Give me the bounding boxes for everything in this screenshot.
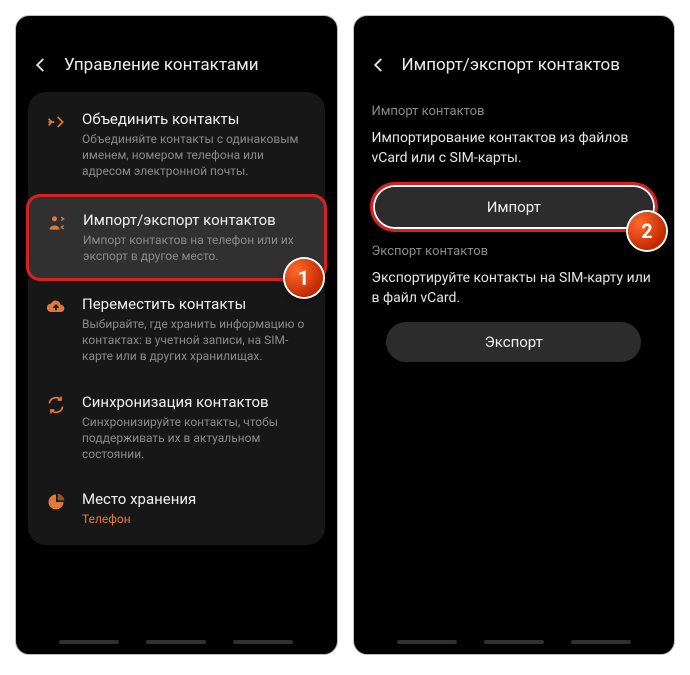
header-left: Управление контактами	[28, 46, 325, 92]
person-transfer-icon	[43, 213, 71, 233]
pie-icon	[42, 492, 70, 512]
item-title: Синхронизация контактов	[82, 393, 311, 411]
item-value: Телефон	[82, 511, 311, 527]
export-section-label: Экспорт контактов	[372, 244, 657, 259]
cloud-upload-icon	[42, 297, 70, 317]
item-move-contacts[interactable]: Переместить контакты Выбирайте, где хран…	[28, 281, 325, 379]
export-section-desc: Экспортируйте контакты на SIM-карту или …	[372, 269, 657, 308]
page-title: Управление контактами	[64, 55, 259, 75]
export-button[interactable]: Экспорт	[386, 322, 641, 362]
item-desc: Выбирайте, где хранить информацию о конт…	[82, 316, 311, 365]
item-import-export[interactable]: Импорт/экспорт контактов Импорт контакто…	[29, 197, 324, 278]
highlight-import-export: Импорт/экспорт контактов Импорт контакто…	[26, 194, 327, 281]
settings-card: Объединить контакты Объединяйте контакты…	[28, 92, 325, 545]
back-icon[interactable]	[368, 54, 390, 76]
status-bar	[28, 36, 325, 46]
highlight-import-button: Импорт	[370, 182, 659, 232]
item-desc: Синхронизируйте контакты, чтобы поддержи…	[82, 414, 311, 463]
item-title: Объединить контакты	[82, 110, 311, 128]
item-title: Импорт/экспорт контактов	[83, 211, 310, 229]
callout-marker-2: 2	[628, 212, 666, 250]
phone-left: Управление контактами Объединить контакт…	[15, 15, 338, 655]
item-title: Место хранения	[82, 490, 311, 508]
import-button[interactable]: Импорт	[375, 187, 654, 227]
item-desc: Импорт контактов на телефон или их экспо…	[83, 232, 310, 264]
import-section-label: Импорт контактов	[372, 104, 657, 119]
nav-bar	[16, 640, 337, 644]
phone-right: Импорт/экспорт контактов Импорт контакто…	[353, 15, 676, 655]
back-icon[interactable]	[30, 54, 52, 76]
import-section-desc: Импортирование контактов из файлов vCard…	[372, 129, 657, 168]
merge-icon	[42, 112, 70, 132]
header-right: Импорт/экспорт контактов	[366, 46, 663, 92]
item-merge-contacts[interactable]: Объединить контакты Объединяйте контакты…	[28, 96, 325, 194]
page-title: Импорт/экспорт контактов	[402, 55, 620, 75]
sync-icon	[42, 395, 70, 415]
status-bar	[366, 36, 663, 46]
callout-marker-1: 1	[285, 259, 323, 297]
item-storage-location[interactable]: Место хранения Телефон	[28, 476, 325, 541]
item-title: Переместить контакты	[82, 295, 311, 313]
item-sync-contacts[interactable]: Синхронизация контактов Синхронизируйте …	[28, 379, 325, 477]
item-desc: Объединяйте контакты с одинаковым именем…	[82, 131, 311, 180]
nav-bar	[354, 640, 675, 644]
